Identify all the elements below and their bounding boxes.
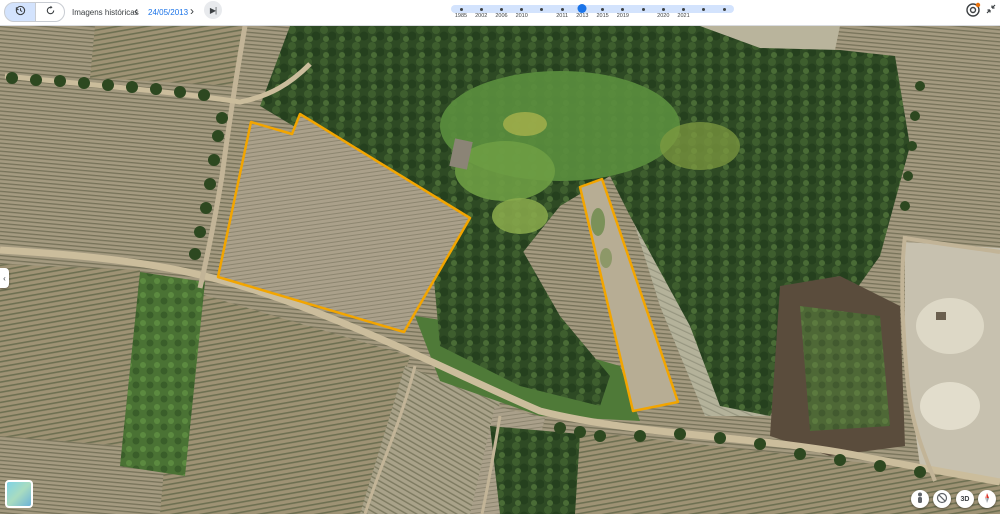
timeline-thumb[interactable] bbox=[577, 4, 587, 13]
skip-end-icon: ▶| bbox=[209, 5, 217, 15]
collapse-view-button[interactable] bbox=[985, 3, 997, 18]
timeline-tick[interactable] bbox=[601, 7, 605, 11]
hide-imagery-button[interactable] bbox=[933, 490, 951, 508]
timeline-slider[interactable] bbox=[451, 5, 734, 13]
next-date-button[interactable]: › bbox=[190, 4, 194, 18]
imagery-date[interactable]: 24/05/2013 bbox=[148, 8, 188, 17]
timeline-tick[interactable] bbox=[641, 7, 645, 11]
historical-imagery-button[interactable] bbox=[4, 2, 36, 22]
top-toolbar: Imagens históricas ‹ 24/05/2013 › ▶| 198… bbox=[0, 0, 1000, 26]
skip-to-latest-button[interactable]: ▶| bbox=[204, 1, 222, 19]
timeline-year-label: 2019 bbox=[616, 13, 629, 19]
pegman-icon bbox=[915, 492, 925, 506]
timeline-tick[interactable] bbox=[661, 7, 665, 11]
reset-rotate-icon bbox=[45, 5, 56, 19]
timeline-tick[interactable] bbox=[459, 7, 463, 11]
timeline-year-label: 2002 bbox=[475, 13, 488, 19]
timeline-tick[interactable] bbox=[682, 7, 686, 11]
map-type-thumbnail[interactable] bbox=[5, 480, 33, 508]
chevron-left-icon: ‹ bbox=[3, 273, 6, 283]
previous-date-button[interactable]: ‹ bbox=[134, 4, 138, 18]
3d-label: 3D bbox=[960, 495, 970, 503]
timeline-year-label: 1985 bbox=[454, 13, 468, 19]
compass-icon bbox=[981, 492, 993, 506]
timeline-tick[interactable] bbox=[621, 7, 625, 11]
timeline-year-label: 2010 bbox=[515, 13, 528, 19]
timeline-tick[interactable] bbox=[540, 7, 544, 11]
hide-imagery-icon bbox=[936, 492, 948, 506]
timeline-tick[interactable] bbox=[499, 7, 503, 11]
side-panel-toggle[interactable]: ‹ bbox=[0, 268, 9, 288]
layers-button[interactable] bbox=[964, 1, 982, 19]
timeline-year-label: 2021 bbox=[677, 13, 690, 19]
timeline-year-label: 2020 bbox=[657, 13, 670, 19]
timeline-year-label: 2006 bbox=[495, 13, 508, 19]
3d-toggle-button[interactable]: 3D bbox=[956, 490, 974, 508]
historical-imagery-label: Imagens históricas bbox=[72, 8, 139, 17]
layers-target-icon bbox=[964, 2, 982, 21]
timeline-tick[interactable] bbox=[560, 7, 564, 11]
timeline-year-label: 2011 bbox=[556, 13, 569, 19]
timeline-tick[interactable] bbox=[479, 7, 483, 11]
collapse-arrows-icon bbox=[985, 4, 997, 18]
history-clock-icon bbox=[15, 5, 26, 19]
satellite-imagery bbox=[0, 26, 1000, 514]
timeline-tick[interactable] bbox=[722, 7, 726, 11]
timeline-year-label: 2015 bbox=[596, 13, 609, 19]
timeline-tick[interactable] bbox=[702, 7, 706, 11]
street-view-button[interactable] bbox=[911, 490, 929, 508]
reset-view-button[interactable] bbox=[35, 2, 65, 22]
satellite-map[interactable] bbox=[0, 26, 1000, 514]
compass-button[interactable] bbox=[978, 490, 996, 508]
timeline-year-label: 2013 bbox=[576, 13, 589, 19]
timeline-tick[interactable] bbox=[520, 7, 524, 11]
